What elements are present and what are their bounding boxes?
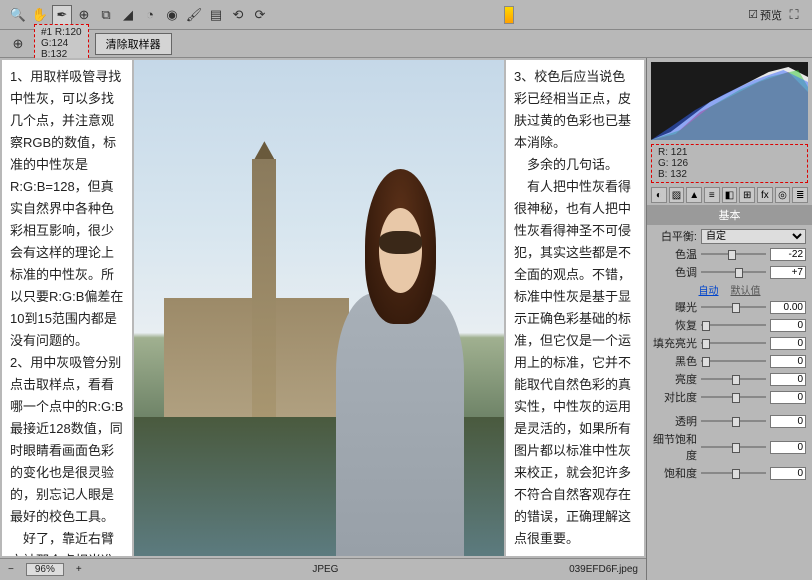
photo-preview[interactable] — [134, 60, 504, 556]
grad-icon[interactable]: ▤ — [206, 5, 226, 25]
fill-label: 填充亮光 — [653, 335, 697, 351]
contrast-label: 对比度 — [653, 389, 697, 405]
clarity-label: 透明 — [653, 413, 697, 429]
recovery-label: 恢复 — [653, 317, 697, 333]
tab-curve-icon[interactable]: ▨ — [669, 187, 685, 203]
tab-cal-icon[interactable]: ◎ — [775, 187, 791, 203]
tab-basic-icon[interactable]: ◐ — [651, 187, 667, 203]
rgb-readout-2: R: 121G: 126B: 132 — [651, 144, 808, 183]
auto-link[interactable]: 自动 — [699, 282, 719, 297]
tab-preset-icon[interactable]: ≣ — [792, 187, 808, 203]
file-name: 039EFD6F.jpeg — [569, 564, 638, 575]
temp-value[interactable]: -22 — [770, 248, 806, 261]
contrast-value[interactable]: 0 — [770, 391, 806, 404]
sat-value[interactable]: 0 — [770, 467, 806, 480]
rotate-ccw-icon[interactable]: ⟲ — [228, 5, 248, 25]
zoom-in-icon[interactable]: + — [76, 564, 82, 575]
zoom-icon[interactable]: 🔍 — [8, 5, 28, 25]
redeye-icon[interactable]: ◉ — [162, 5, 182, 25]
temp-slider[interactable] — [701, 248, 766, 260]
vib-value[interactable]: 0 — [770, 441, 806, 454]
status-bar: − 96% + JPEG 039EFD6F.jpeg — [0, 558, 646, 580]
file-format: JPEG — [94, 564, 557, 575]
crop-icon[interactable]: ⧉ — [96, 5, 116, 25]
clarity-value[interactable]: 0 — [770, 415, 806, 428]
canvas-area: 1、用取样吸管寻找中性灰，可以多找几个点，并注意观察RGB的数值，标准的中性灰是… — [0, 58, 646, 558]
exposure-slider[interactable] — [701, 301, 766, 313]
default-link[interactable]: 默认值 — [731, 282, 761, 297]
fullscreen-icon[interactable]: ⛶ — [784, 5, 804, 25]
fill-value[interactable]: 0 — [770, 337, 806, 350]
tab-hsl-icon[interactable]: ≡ — [704, 187, 720, 203]
sampler-point-icon: ⊕ — [8, 34, 28, 54]
tab-detail-icon[interactable]: ▲ — [686, 187, 702, 203]
sampler-info-row: ⊕ #1 R:120 G:124 B:132 清除取样器 — [0, 30, 812, 58]
clear-samplers-button[interactable]: 清除取样器 — [95, 33, 172, 55]
wb-select[interactable]: 自定 — [701, 229, 806, 244]
clarity-slider[interactable] — [701, 415, 766, 427]
recovery-slider[interactable] — [701, 319, 766, 331]
warning-indicator-icon — [504, 6, 514, 24]
tab-split-icon[interactable]: ◧ — [722, 187, 738, 203]
contrast-slider[interactable] — [701, 391, 766, 403]
wb-label: 白平衡: — [653, 228, 697, 244]
adjust-brush-icon[interactable]: 🖌 — [184, 5, 204, 25]
black-label: 黑色 — [653, 353, 697, 369]
hand-icon[interactable]: ✋ — [30, 5, 50, 25]
tint-slider[interactable] — [701, 266, 766, 278]
black-slider[interactable] — [701, 355, 766, 367]
straighten-icon[interactable]: ◢ — [118, 5, 138, 25]
sat-slider[interactable] — [701, 467, 766, 479]
tint-label: 色调 — [653, 264, 697, 280]
rotate-cw-icon[interactable]: ⟳ — [250, 5, 270, 25]
exposure-value[interactable]: 0.00 — [770, 301, 806, 314]
recovery-value[interactable]: 0 — [770, 319, 806, 332]
preview-toggle[interactable]: ☑ 预览 — [748, 7, 782, 23]
tab-lens-icon[interactable]: ⊞ — [739, 187, 755, 203]
zoom-out-icon[interactable]: − — [8, 564, 14, 575]
main-toolbar: 🔍 ✋ ✒ ⊕ ⧉ ◢ ◔ ◉ 🖌 ▤ ⟲ ⟳ ☑ 预览 ⛶ — [0, 0, 812, 30]
bright-label: 亮度 — [653, 371, 697, 387]
adjustments-panel: R: 121G: 126B: 132 ◐ ▨ ▲ ≡ ◧ ⊞ fx ◎ ≣ 基本… — [646, 58, 812, 580]
eyedropper-icon[interactable]: ✒ — [52, 5, 72, 25]
vib-label: 细节饱和度 — [653, 431, 697, 463]
instruction-text-left: 1、用取样吸管寻找中性灰，可以多找几个点，并注意观察RGB的数值，标准的中性灰是… — [2, 60, 132, 556]
fill-slider[interactable] — [701, 337, 766, 349]
sampler-icon[interactable]: ⊕ — [74, 5, 94, 25]
bright-value[interactable]: 0 — [770, 373, 806, 386]
spot-icon[interactable]: ◔ — [140, 5, 160, 25]
preview-label: 预览 — [760, 7, 782, 23]
sat-label: 饱和度 — [653, 465, 697, 481]
tint-value[interactable]: +7 — [770, 266, 806, 279]
zoom-value[interactable]: 96% — [26, 563, 64, 576]
section-basic-header: 基本 — [647, 205, 812, 225]
instruction-text-right: 3、校色后应当说色彩已经相当正点，皮肤过黄的色彩也已基本消除。 多余的几句话。 … — [506, 60, 644, 556]
exposure-label: 曝光 — [653, 299, 697, 315]
temp-label: 色温 — [653, 246, 697, 262]
panel-tabs: ◐ ▨ ▲ ≡ ◧ ⊞ fx ◎ ≣ — [647, 187, 812, 203]
tab-fx-icon[interactable]: fx — [757, 187, 773, 203]
vib-slider[interactable] — [701, 441, 766, 453]
bright-slider[interactable] — [701, 373, 766, 385]
histogram[interactable] — [651, 62, 808, 140]
black-value[interactable]: 0 — [770, 355, 806, 368]
